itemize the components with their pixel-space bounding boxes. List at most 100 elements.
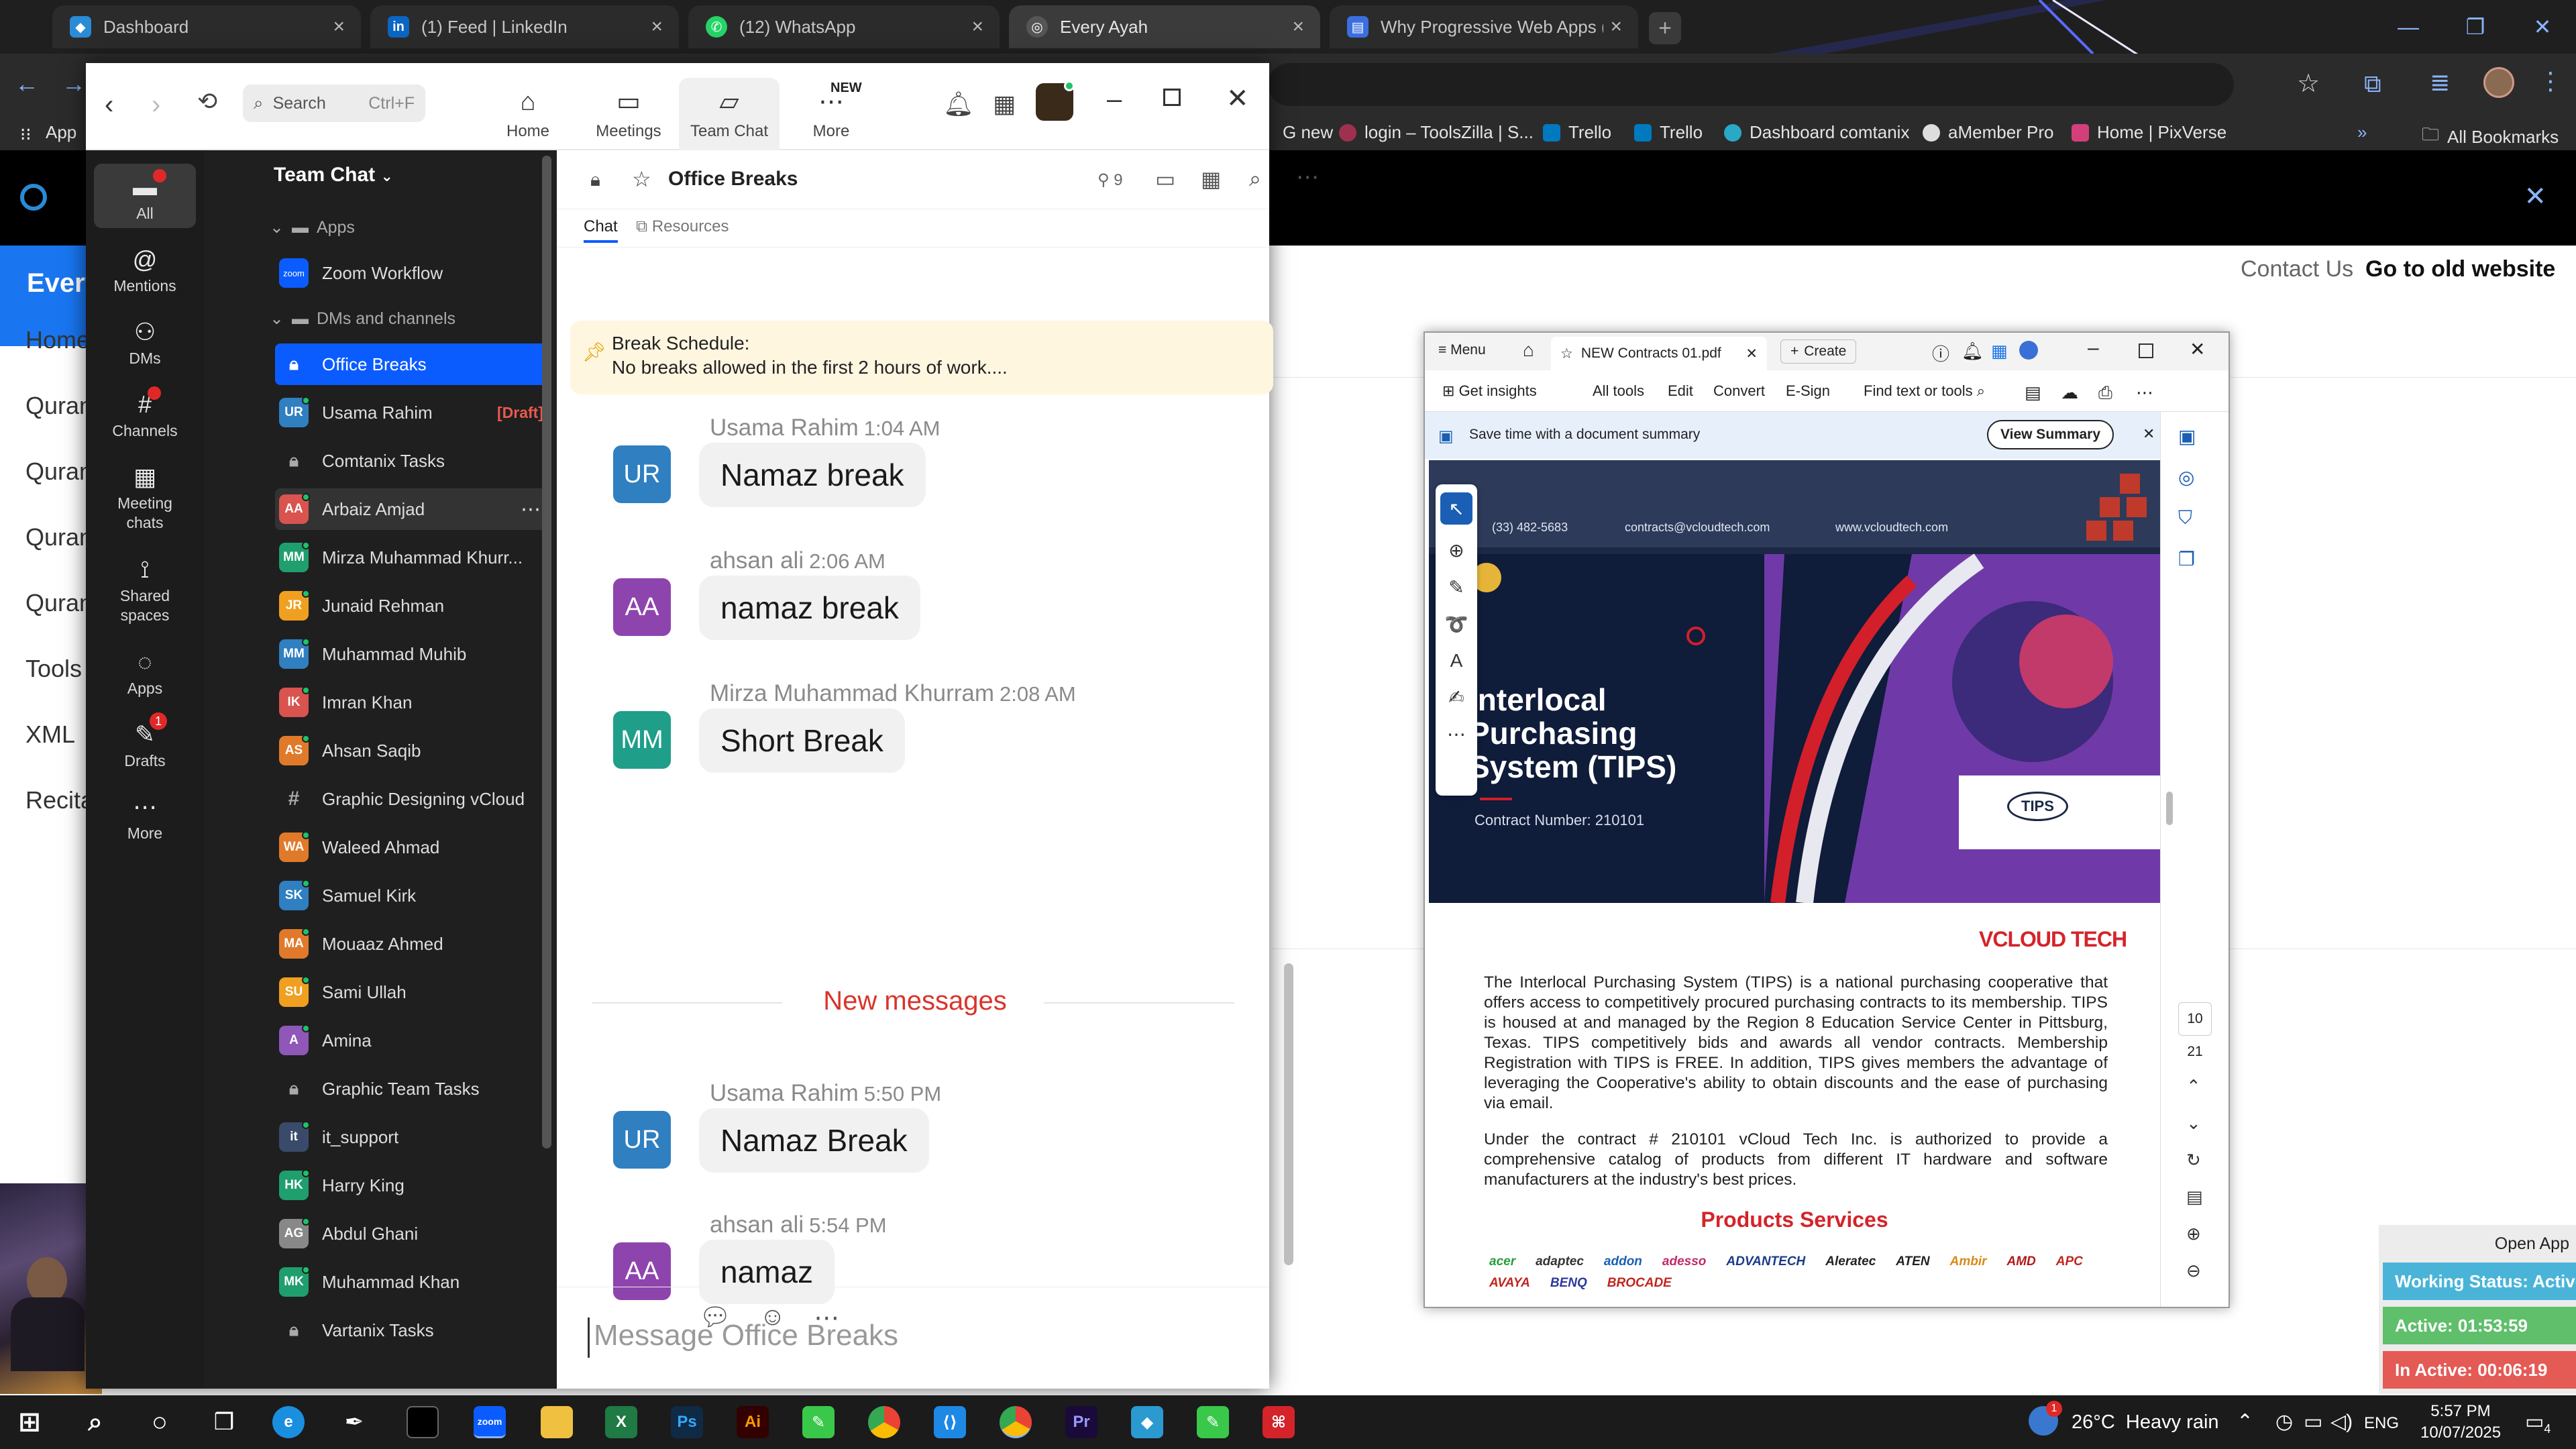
pen-icon[interactable]: ✒: [338, 1406, 370, 1438]
more-tools-icon[interactable]: ⋯: [1447, 723, 1466, 745]
search-icon[interactable]: ⌕: [1249, 166, 1261, 192]
cortana-icon[interactable]: ○: [144, 1406, 176, 1438]
minimize-button[interactable]: –: [1107, 85, 1122, 115]
page-up-icon[interactable]: ⌃: [2186, 1076, 2203, 1097]
browser-tab-dashboard[interactable]: ◆ Dashboard ×: [52, 5, 361, 48]
avatar[interactable]: MM: [613, 711, 671, 769]
sender-name[interactable]: Mirza Muhammad Khurram: [710, 680, 994, 706]
close-button[interactable]: ✕: [2190, 338, 2205, 360]
pages-icon[interactable]: ❐: [2178, 548, 2196, 570]
sign-icon[interactable]: ✍: [1448, 686, 1464, 708]
sidebar-item-harry-king[interactable]: HK Harry King: [275, 1165, 550, 1206]
tray-overflow-icon[interactable]: ⌃: [2237, 1410, 2253, 1434]
message-bubble[interactable]: Namaz break: [699, 443, 926, 507]
help-icon[interactable]: ⓘ: [1932, 341, 1949, 366]
star-icon[interactable]: ☆: [632, 166, 651, 192]
sender-name[interactable]: Usama Rahim: [710, 1080, 859, 1106]
back-chevron-icon[interactable]: ‹: [105, 90, 113, 120]
tab-home[interactable]: ⌂ Home: [478, 78, 578, 150]
zoom-in-icon[interactable]: ⊕: [2186, 1224, 2203, 1244]
maximize-button[interactable]: [1163, 89, 1181, 106]
excel-icon[interactable]: X: [605, 1406, 637, 1438]
all-tools-button[interactable]: All tools: [1593, 382, 1644, 400]
channel-name[interactable]: Office Breaks: [668, 168, 798, 191]
menu-button[interactable]: ≡ Menu: [1438, 342, 1486, 358]
esign-button[interactable]: E-Sign: [1786, 382, 1830, 400]
language-indicator[interactable]: ENG: [2364, 1414, 2399, 1433]
contact-us-link[interactable]: Contact Us: [2241, 256, 2353, 282]
sidebar-title[interactable]: Team Chat ⌄: [274, 164, 393, 186]
browser-close-button[interactable]: ✕: [2509, 0, 2576, 54]
apps-grid-icon[interactable]: ▦: [1991, 341, 2008, 362]
site-nav-item[interactable]: Quran: [25, 392, 93, 420]
zoom-taskbar-icon[interactable]: zoom: [474, 1406, 506, 1438]
tab-resources[interactable]: ⧉ Resources: [636, 217, 729, 236]
sidebar-item-muhammad-khan[interactable]: MK Muhammad Khan: [275, 1261, 550, 1303]
bookmark-item[interactable]: Trello: [1634, 122, 1703, 143]
site-nav-item[interactable]: Quran: [25, 523, 93, 551]
rail-shared-spaces[interactable]: ⟟ Shared spaces: [94, 551, 196, 625]
zoom-out-icon[interactable]: ⊖: [2186, 1260, 2203, 1281]
bookmark-item[interactable]: Dashboard comtanix: [1724, 122, 1909, 143]
volume-icon[interactable]: ◁): [2330, 1410, 2353, 1434]
close-tab-icon[interactable]: ×: [1292, 15, 1304, 38]
sidebar-item-usama-rahim[interactable]: UR Usama Rahim [Draft]: [275, 392, 550, 433]
open-app-button[interactable]: Open App: [2379, 1225, 2576, 1258]
site-nav-recitation[interactable]: Recita: [25, 786, 94, 814]
sidebar-item-comtanix-tasks[interactable]: 🔒︎ Comtanix Tasks: [275, 440, 550, 482]
more-options-icon[interactable]: ⋯: [2136, 382, 2153, 403]
comment-icon[interactable]: ◎: [2178, 466, 2196, 488]
notifications-icon[interactable]: ▭4: [2525, 1410, 2551, 1436]
close-tab-icon[interactable]: ×: [971, 15, 983, 38]
vscode-icon[interactable]: ⟨⟩: [934, 1406, 966, 1438]
site-nav-xml[interactable]: XML: [25, 720, 75, 749]
ai-assistant-icon[interactable]: ▣: [2178, 425, 2196, 447]
extensions-icon[interactable]: ⧉: [2364, 70, 2381, 99]
chrome-icon[interactable]: [1000, 1406, 1032, 1438]
illustrator-icon[interactable]: Ai: [737, 1406, 769, 1438]
save-icon[interactable]: ▤: [2025, 382, 2041, 403]
zoom-comment-icon[interactable]: ⊕: [1448, 539, 1464, 561]
find-tools-field[interactable]: Find text or tools ⌕: [1864, 382, 1985, 400]
task-view-icon[interactable]: ❒: [208, 1406, 240, 1438]
section-apps-header[interactable]: ⌄ ▬ Apps: [270, 217, 355, 237]
rail-meeting-chats[interactable]: ▦ Meeting chats: [94, 459, 196, 533]
calendar-icon[interactable]: ▦: [1201, 166, 1221, 192]
sidebar-item-muhammad-muhib[interactable]: MM Muhammad Muhib: [275, 633, 550, 675]
create-button[interactable]: + Create: [1780, 339, 1857, 364]
bell-icon[interactable]: 🔔︎: [1962, 341, 1984, 362]
sidebar-item-imran-khan[interactable]: IK Imran Khan: [275, 682, 550, 723]
bookmark-item[interactable]: Home | PixVerse: [2072, 122, 2226, 143]
avatar[interactable]: AA: [613, 578, 671, 636]
close-tab-icon[interactable]: ×: [333, 15, 345, 38]
message-composer[interactable]: Message Office Breaks: [588, 1318, 1258, 1358]
clock[interactable]: 5:57 PM 10/07/2025: [2420, 1401, 2501, 1444]
old-website-link[interactable]: Go to old website: [2365, 256, 2555, 282]
photoshop-icon[interactable]: Ps: [671, 1406, 703, 1438]
chat-scrollbar[interactable]: [1284, 963, 1293, 1265]
sidebar-item-zoom-workflow[interactable]: zoom Zoom Workflow: [275, 252, 550, 294]
message-bubble[interactable]: Short Break: [699, 708, 905, 773]
rail-channels[interactable]: # Channels: [94, 386, 196, 441]
sender-name[interactable]: ahsan ali: [710, 547, 804, 574]
close-tab-icon[interactable]: ×: [1610, 15, 1622, 38]
minimize-button[interactable]: –: [2088, 337, 2099, 360]
network-icon[interactable]: ▭: [2304, 1410, 2322, 1434]
more-options-icon[interactable]: ⋯: [521, 498, 541, 521]
app-icon[interactable]: ◆: [1131, 1406, 1163, 1438]
browser-tab-every-ayah[interactable]: ◎ Every Ayah ×: [1009, 5, 1320, 48]
browser-tab-linkedin[interactable]: in (1) Feed | LinkedIn ×: [370, 5, 679, 48]
search-icon[interactable]: ⌕: [79, 1406, 111, 1438]
rotate-icon[interactable]: ↻: [2186, 1150, 2203, 1171]
windows-start-icon[interactable]: ⊞: [13, 1406, 46, 1438]
sidebar-item-samuel-kirk[interactable]: SK Samuel Kirk: [275, 875, 550, 916]
sidebar-item-waleed-ahmad[interactable]: WA Waleed Ahmad: [275, 826, 550, 868]
bookmark-apps[interactable]: ⁝⁝ App: [20, 122, 76, 144]
bookmark-item[interactable]: aMember Pro: [1923, 122, 2054, 143]
page-scrollbar-thumb[interactable]: [2166, 792, 2173, 825]
rail-all[interactable]: ▬ All: [94, 169, 196, 223]
pinned-message[interactable]: 📌︎ Break Schedule: No breaks allowed in …: [570, 321, 1273, 394]
search-box[interactable]: ⌕ Search Ctrl+F: [243, 85, 425, 122]
site-nav-item[interactable]: Quran: [25, 458, 93, 486]
profile-avatar[interactable]: [2483, 67, 2514, 98]
